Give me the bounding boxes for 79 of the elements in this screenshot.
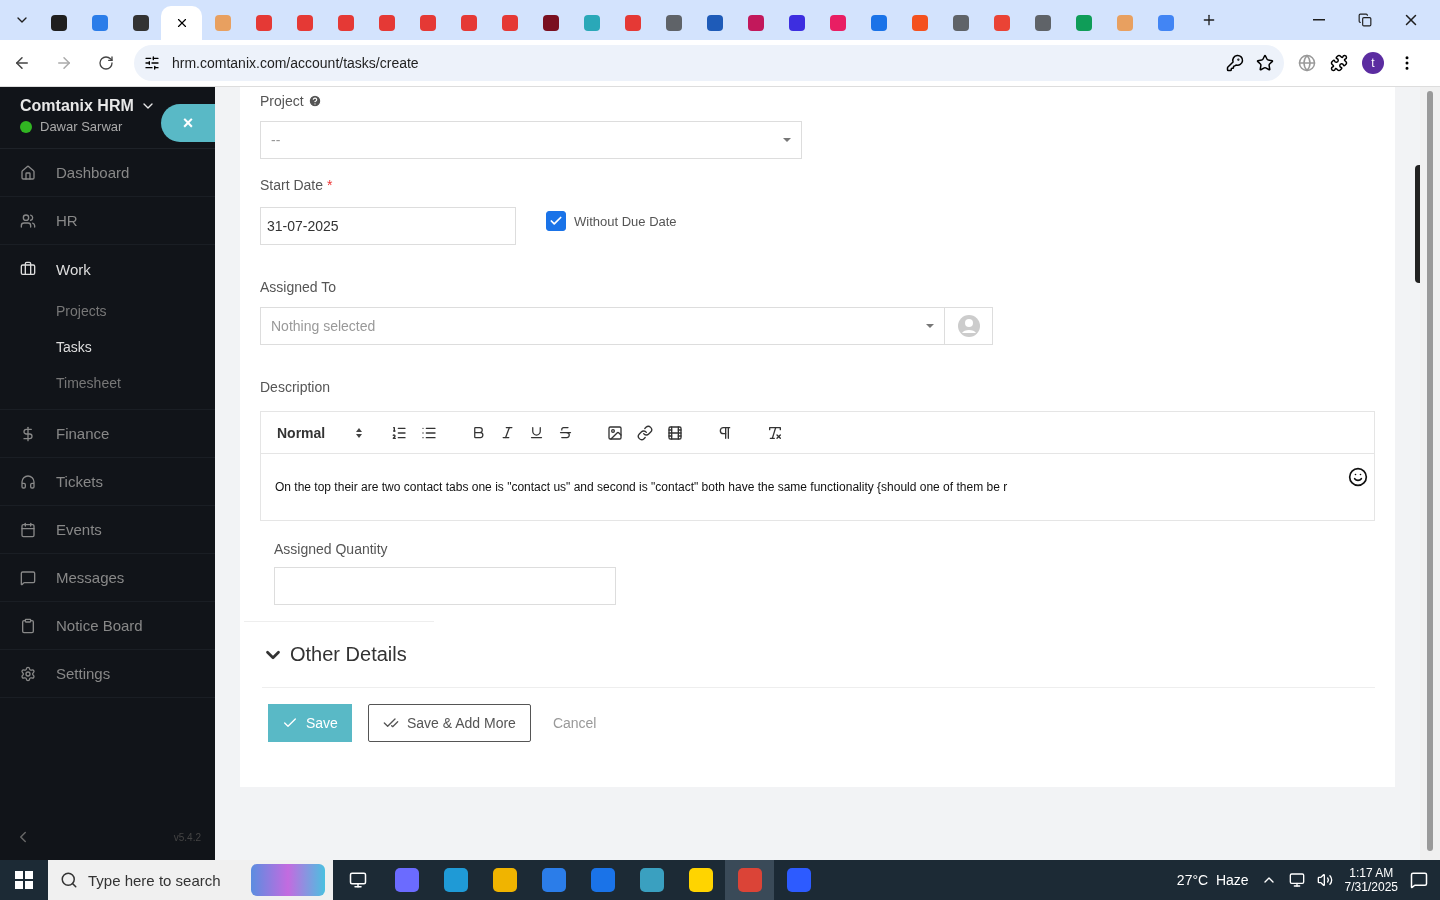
- dollar-icon: [20, 425, 36, 442]
- ordered-list-icon[interactable]: [391, 424, 407, 441]
- user-name: Dawar Sarwar: [40, 119, 123, 134]
- network-icon[interactable]: [1288, 872, 1305, 888]
- globe-icon[interactable]: [1298, 54, 1316, 72]
- image-icon[interactable]: [607, 424, 623, 441]
- checkbox[interactable]: [546, 211, 566, 231]
- checkbox-label: Without Due Date: [574, 213, 677, 229]
- app-icon: [737, 868, 762, 892]
- star-icon[interactable]: [1256, 54, 1274, 72]
- help-icon[interactable]: [307, 94, 322, 108]
- windows-logo-icon: [15, 871, 33, 889]
- plus-icon: [1201, 12, 1217, 28]
- italic-icon[interactable]: [500, 425, 515, 440]
- app-icon: [590, 868, 615, 892]
- clipboard-icon: [20, 617, 36, 634]
- clear-format-icon[interactable]: [767, 424, 783, 441]
- sidebar-item[interactable]: Work: [0, 245, 215, 293]
- video-icon[interactable]: [667, 424, 683, 441]
- key-icon[interactable]: [1226, 54, 1244, 72]
- cancel-link[interactable]: Cancel: [546, 714, 603, 732]
- rich-text-editor[interactable]: Normal On the top their are two contact tabs one is "contact us" and second is "contact" both have the same functionality {should one of them be r: [260, 411, 1375, 521]
- reload-icon: [98, 55, 114, 71]
- field-label: Assigned Quantity: [274, 541, 388, 557]
- profile-avatar[interactable]: t: [1362, 52, 1384, 74]
- bold-icon[interactable]: [471, 425, 486, 440]
- app-name: Comtanix HRM: [20, 97, 134, 115]
- strikethrough-icon[interactable]: [558, 425, 573, 440]
- chat-icon: [20, 569, 36, 586]
- minimize-icon: [1313, 19, 1325, 21]
- search-icon: [60, 871, 78, 889]
- field-label: Start Date *: [260, 177, 333, 193]
- app-icon: [443, 868, 468, 892]
- app-icon: [394, 868, 419, 892]
- up-down-caret-icon: [355, 426, 363, 439]
- date-input[interactable]: 31-07-2025: [260, 207, 516, 245]
- site-settings-icon[interactable]: [144, 55, 160, 71]
- user-avatar-icon: [956, 314, 981, 338]
- headset-icon: [20, 473, 36, 490]
- notification-icon[interactable]: [1410, 871, 1428, 889]
- scrollbar[interactable]: [1420, 87, 1440, 860]
- app-icon: [492, 868, 517, 892]
- briefcase-icon: [20, 261, 36, 277]
- app-icon: [541, 868, 566, 892]
- project-select[interactable]: --: [260, 121, 802, 159]
- text-direction-icon[interactable]: [717, 424, 733, 441]
- calendar-icon: [20, 521, 36, 538]
- quantity-input[interactable]: [274, 567, 616, 605]
- forward-arrow-icon: [55, 54, 73, 72]
- emoji-icon[interactable]: [1348, 467, 1368, 487]
- underline-icon[interactable]: [529, 425, 544, 440]
- address-bar[interactable]: hrm.comtanix.com/account/tasks/create: [134, 45, 1284, 81]
- check-icon: [549, 214, 563, 228]
- other-details-toggle[interactable]: Other Details: [262, 643, 407, 666]
- sidebar-subitem[interactable]: Timesheet: [0, 365, 215, 401]
- url-text: hrm.comtanix.com/account/tasks/create: [172, 55, 420, 71]
- people-icon: [20, 212, 36, 229]
- taskbar-search[interactable]: Type here to search: [48, 860, 333, 900]
- field-label: Project: [260, 93, 304, 109]
- link-icon[interactable]: [637, 424, 653, 441]
- clock[interactable]: 1:17 AM 7/31/2025: [1344, 866, 1398, 894]
- format-select[interactable]: Normal: [271, 424, 363, 441]
- home-icon: [20, 164, 36, 181]
- weather-text: 27°C Haze: [1176, 872, 1249, 888]
- sidebar-subitem[interactable]: Projects: [0, 293, 215, 329]
- settings-icon: [20, 665, 36, 682]
- sidebar-subitem[interactable]: Tasks: [0, 329, 215, 365]
- assignee-select[interactable]: Nothing selected: [260, 307, 945, 345]
- field-label: Description: [260, 379, 331, 395]
- app-icon: [639, 868, 664, 892]
- extensions-icon[interactable]: [1330, 54, 1348, 72]
- task-view-icon: [348, 871, 367, 889]
- volume-icon[interactable]: [1316, 872, 1333, 888]
- app-icon: [688, 868, 713, 892]
- app-icon: [786, 868, 811, 892]
- save-add-button[interactable]: Save & Add More: [367, 704, 531, 742]
- field-label: Assigned To: [260, 279, 336, 295]
- restore-icon: [1358, 13, 1372, 27]
- description-text: On the top their are two contact tabs one is "contact us" and second is "contact" both have the same functionality {should one of them be r: [275, 480, 1008, 494]
